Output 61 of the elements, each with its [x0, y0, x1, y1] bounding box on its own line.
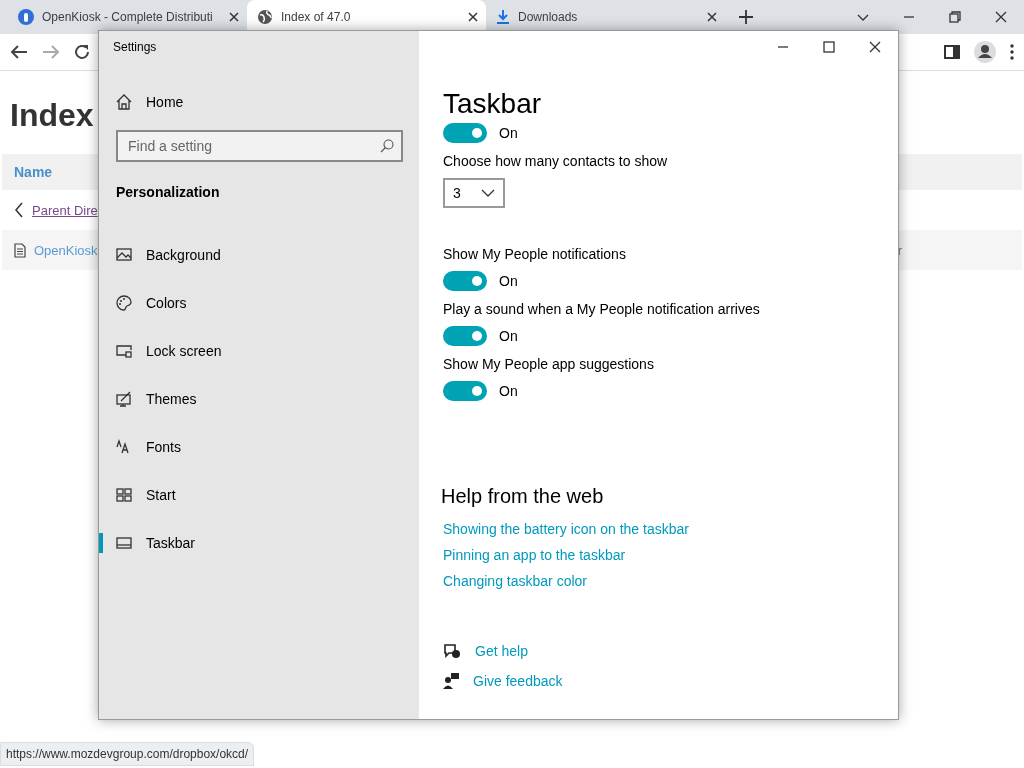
back-chevron-icon: [14, 202, 24, 218]
monitor-pen-icon: [116, 391, 132, 407]
side-panel-icon[interactable]: [944, 44, 960, 60]
toggle-state: On: [499, 383, 518, 399]
restore-icon[interactable]: [949, 11, 961, 23]
parent-directory-link[interactable]: Parent Dire: [32, 202, 98, 218]
close-tab-icon[interactable]: [229, 12, 239, 22]
chevron-down-icon: [481, 189, 495, 197]
toggle-state: On: [499, 328, 518, 344]
person-feedback-icon: [443, 673, 459, 689]
toggle-switch[interactable]: [443, 271, 487, 291]
nav-item[interactable]: Fonts: [99, 423, 419, 471]
close-icon[interactable]: [869, 41, 881, 53]
nav-item[interactable]: Lock screen: [99, 327, 419, 375]
search-field[interactable]: Find a setting: [116, 130, 403, 162]
document-icon: [14, 242, 26, 258]
toggle-switch[interactable]: [443, 381, 487, 401]
setting-label: Show My People notifications: [443, 246, 627, 262]
back-icon[interactable]: [10, 44, 28, 60]
tiles-icon: [116, 487, 132, 503]
close-icon[interactable]: [995, 11, 1007, 23]
status-url: https://www.mozdevgroup.com/dropbox/okcd/: [0, 742, 255, 766]
section-heading: Personalization: [115, 183, 221, 202]
home-icon: [116, 94, 132, 110]
palette-icon: [116, 295, 132, 311]
table-cell: r: [897, 242, 902, 258]
nav-item[interactable]: Taskbar: [99, 519, 419, 567]
help-heading: Help from the web: [441, 485, 605, 509]
contacts-dropdown[interactable]: 3: [443, 178, 505, 208]
home-item[interactable]: Home: [99, 78, 419, 126]
browser-tab[interactable]: Downloads: [486, 0, 725, 34]
setting-label: Show My People app suggestions: [443, 356, 655, 372]
window-title: Settings: [112, 40, 158, 56]
nav-item[interactable]: Colors: [99, 279, 419, 327]
maximize-icon[interactable]: [823, 41, 835, 53]
nav-item[interactable]: Background: [99, 231, 419, 279]
browser-tab[interactable]: OpenKiosk - Complete Distributi: [8, 0, 247, 34]
font-icon: [116, 439, 132, 455]
download-icon: [496, 9, 510, 25]
menu-icon[interactable]: [1010, 44, 1014, 60]
search-icon: [380, 139, 394, 153]
setting-label: Play a sound when a My People notification arrives: [443, 301, 761, 317]
new-tab-icon[interactable]: [739, 10, 753, 24]
site-icon: [18, 9, 34, 25]
page-title: Taskbar: [443, 87, 543, 121]
globe-icon: [257, 9, 273, 25]
picture-icon: [116, 247, 132, 263]
page-heading: Index: [10, 96, 94, 135]
taskbar-icon: [116, 535, 132, 551]
toggle-state: On: [499, 125, 518, 141]
nav-item[interactable]: Start: [99, 471, 419, 519]
profile-icon[interactable]: [974, 41, 996, 63]
toggle-switch[interactable]: [443, 326, 487, 346]
toggle-state: On: [499, 273, 518, 289]
lock-screen-icon: [116, 343, 132, 359]
close-tab-icon[interactable]: [468, 12, 478, 22]
toggle-switch[interactable]: [443, 123, 487, 143]
nav-item[interactable]: Themes: [99, 375, 419, 423]
reload-icon[interactable]: [74, 44, 90, 60]
setting-label: Choose how many contacts to show: [443, 153, 669, 169]
close-tab-icon[interactable]: [707, 12, 717, 22]
